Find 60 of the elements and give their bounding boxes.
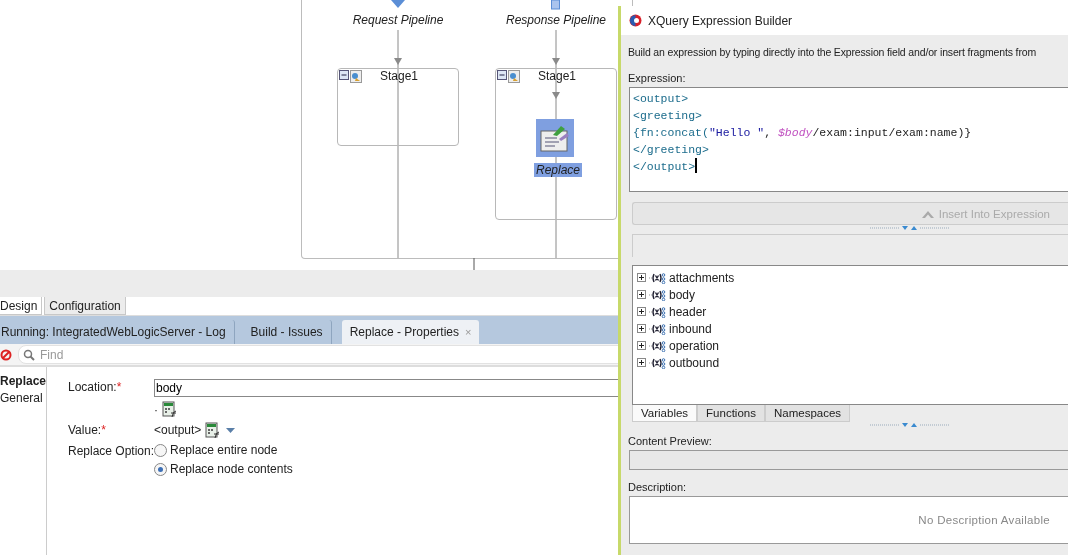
panel-tab[interactable]: Variables: [632, 405, 698, 422]
action-label[interactable]: Replace: [534, 163, 583, 177]
expression-label: Expression:: [627, 71, 687, 84]
field-label: Location:*: [68, 379, 122, 396]
field-label: Value:*: [68, 422, 106, 439]
value-text: <output>: [154, 422, 202, 439]
variable-icon: [649, 322, 667, 335]
stage-node[interactable]: Stage1: [337, 68, 459, 146]
pipeline-label: Response Pipeline: [505, 13, 607, 27]
expand-icon[interactable]: [637, 306, 647, 317]
nav-item[interactable]: General: [0, 390, 46, 407]
field-label: Replace Option:: [68, 443, 155, 460]
expression-editor-icon[interactable]: [162, 401, 179, 418]
description-label: Description:: [627, 480, 688, 493]
dialog-title: XQuery Expression Builder: [648, 13, 793, 28]
tree-item[interactable]: body: [637, 286, 696, 303]
description-text: No Description Available: [918, 514, 1050, 526]
arrowhead-icon: [394, 58, 402, 65]
expression-editor[interactable]: <output> <greeting> {fn:concat("Hello ", $body/exam:input/exam:name)} </greeting> </output>: [629, 87, 1068, 192]
stage-title: Stage1: [538, 69, 577, 83]
variable-icon: [649, 271, 667, 284]
hint-dot: ·: [154, 402, 158, 417]
variable-icon: [649, 288, 667, 301]
expand-icon[interactable]: [637, 323, 647, 334]
splitter-handle[interactable]: [869, 225, 950, 231]
pipeline-start-icon: [391, 0, 405, 8]
expand-icon[interactable]: [637, 272, 647, 283]
panel-tab[interactable]: Functions: [697, 405, 765, 422]
collapse-stage-icon[interactable]: [339, 70, 363, 83]
splitter-handle[interactable]: [869, 422, 950, 428]
variable-icon: [649, 339, 667, 352]
app-logo-icon: [629, 14, 642, 27]
clear-icon[interactable]: [0, 348, 12, 361]
radio-circle[interactable]: [154, 443, 167, 457]
dropdown-caret-icon[interactable]: [226, 427, 236, 434]
editor-tab[interactable]: Configuration: [44, 297, 126, 315]
arrowhead-icon: [552, 58, 560, 65]
nav-item[interactable]: Replace: [0, 373, 46, 390]
tree-item[interactable]: header: [637, 303, 707, 320]
panel-tab[interactable]: Replace - Properties ×: [341, 320, 480, 344]
radio-circle[interactable]: [154, 462, 167, 476]
content-preview-label: Content Preview:: [627, 434, 713, 447]
pipeline-label: Request Pipeline: [352, 13, 444, 27]
variable-icon: [649, 356, 667, 369]
tree-item[interactable]: inbound: [637, 320, 712, 337]
expand-icon[interactable]: [637, 357, 647, 368]
replace-action-icon[interactable]: [536, 119, 574, 157]
editor-tab[interactable]: Design: [0, 297, 43, 315]
collapse-stage-icon[interactable]: [497, 70, 521, 83]
instruction-text: Build an expression by typing directly into the Expression field and/or insert fragments from: [627, 45, 1037, 58]
variable-icon: [649, 305, 667, 318]
tree-item[interactable]: attachments: [637, 269, 735, 286]
stage-title: Stage1: [380, 69, 419, 83]
panel-tab[interactable]: Namespaces: [764, 405, 851, 422]
pipeline-start-icon: [551, 0, 560, 10]
expand-icon[interactable]: [637, 340, 647, 351]
stage-node[interactable]: Stage1 Replace: [495, 68, 617, 220]
connector-line: [473, 258, 475, 270]
expand-icon[interactable]: [637, 289, 647, 300]
arrowhead-icon: [552, 92, 560, 99]
